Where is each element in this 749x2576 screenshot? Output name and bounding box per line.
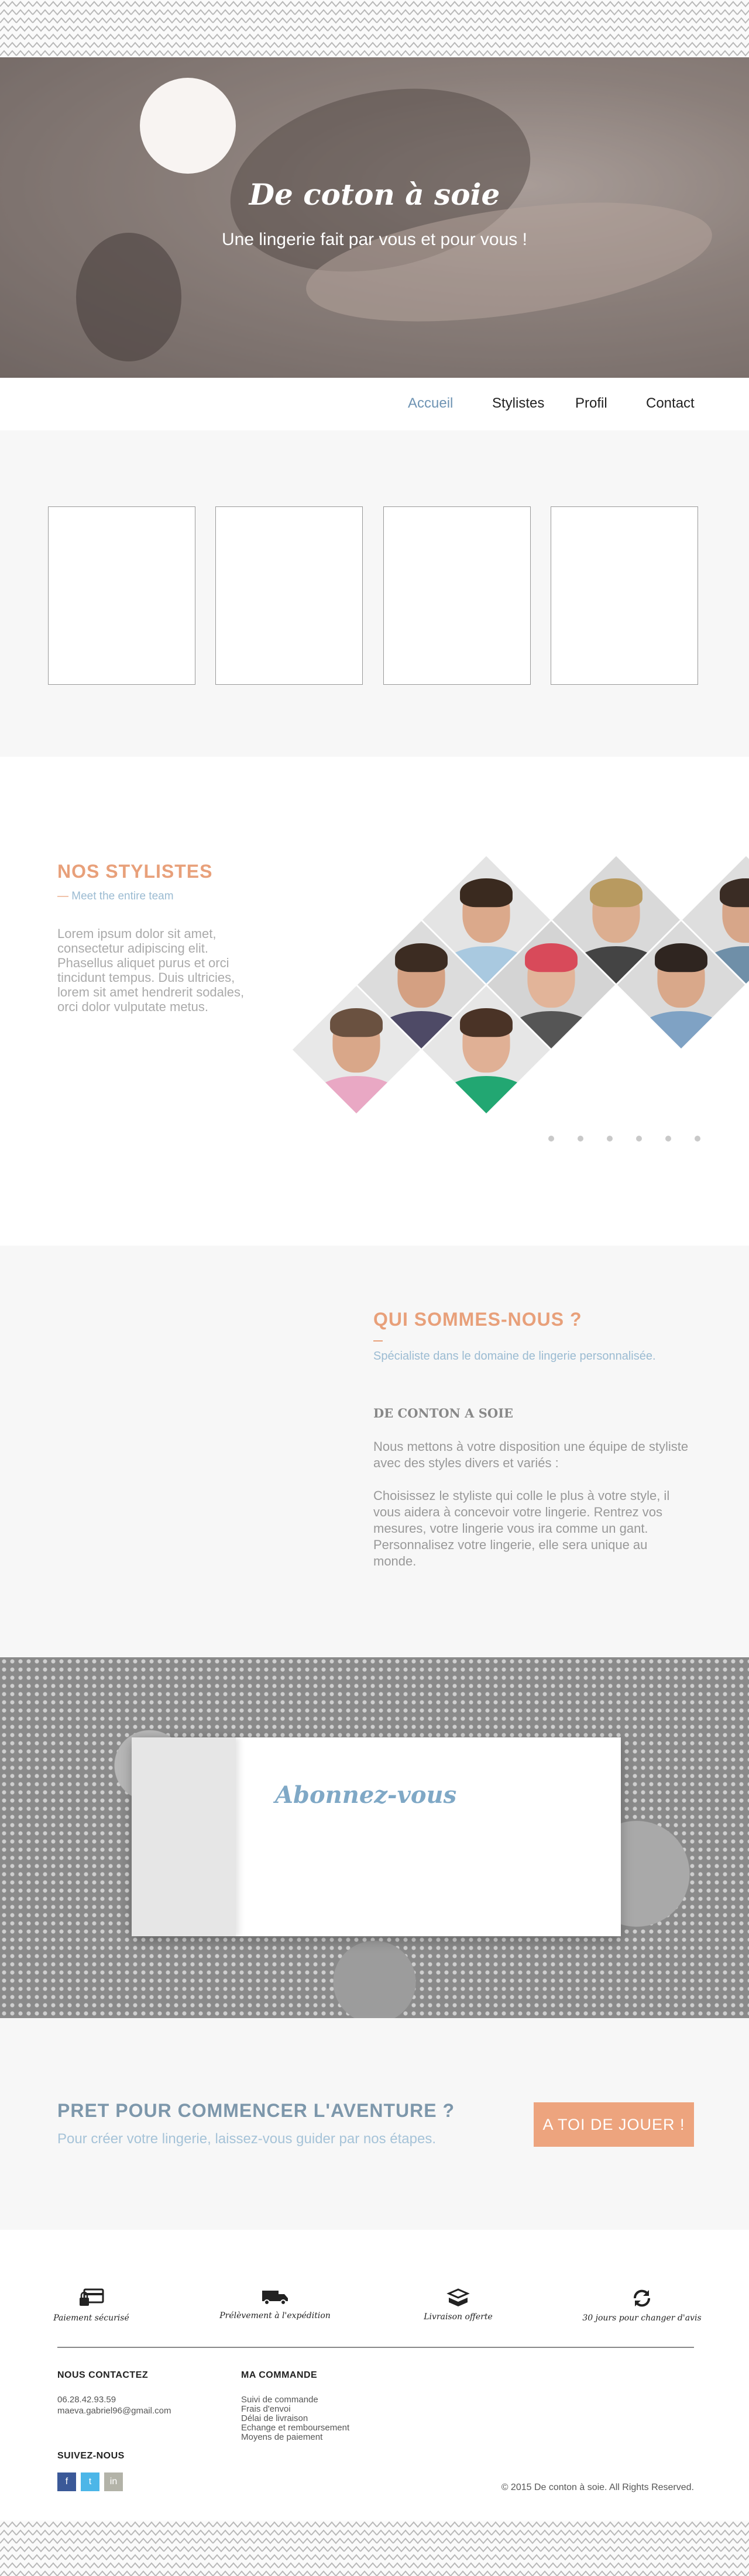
feature-card[interactable]	[215, 506, 363, 685]
nav-contact[interactable]: Contact	[646, 395, 695, 412]
instagram-button[interactable]: in	[104, 2472, 123, 2491]
slider-dot[interactable]	[636, 1136, 642, 1142]
about-subtitle: Spécialiste dans le domaine de lingerie …	[373, 1350, 656, 1363]
nav-accueil[interactable]: Accueil	[408, 395, 453, 412]
cta-title: PRET POUR COMMENCER L'AVENTURE ?	[57, 2100, 455, 2121]
call-to-action-section: PRET POUR COMMENCER L'AVENTURE ? Pour cr…	[0, 2018, 749, 2230]
box-icon	[446, 2288, 470, 2306]
subscribe-section: Abonnez-vous	[0, 1657, 749, 2018]
slider-dot[interactable]	[665, 1136, 671, 1142]
copyright: © 2015 De conton à soie. All Rights Rese…	[501, 2482, 694, 2493]
copyright-icon: ©	[501, 2482, 511, 2492]
hero-section: De coton à soie Une lingerie fait par vo…	[0, 57, 749, 378]
nav-profil[interactable]: Profil	[575, 395, 607, 412]
stylists-description: Lorem ipsum dolor sit amet, consectetur …	[57, 926, 245, 1014]
about-divider	[373, 1340, 383, 1342]
contact-heading: NOUS CONTACTEZ	[57, 2370, 149, 2380]
contact-phone[interactable]: 06.28.42.93.59	[57, 2395, 116, 2405]
feature-label: Prélèvement à l'expédition	[219, 2311, 331, 2320]
slider-dot[interactable]	[548, 1136, 554, 1142]
cta-subtitle: Pour créer votre lingerie, laissez-vous …	[57, 2131, 436, 2147]
contact-email[interactable]: maeva.gabriel96@gmail.com	[57, 2406, 171, 2416]
feature-shipping: Prélèvement à l'expédition	[205, 2288, 345, 2321]
stylists-subtitle: — Meet the entire team	[57, 890, 174, 902]
order-link-payment-methods[interactable]: Moyens de paiement	[241, 2433, 322, 2442]
facebook-button[interactable]: f	[57, 2472, 76, 2491]
feature-return-policy: 30 jours pour changer d'avis	[572, 2288, 712, 2323]
nav-stylistes[interactable]: Stylistes	[492, 395, 544, 412]
hero-overlay	[0, 57, 749, 378]
truck-icon	[262, 2291, 288, 2305]
feature-free-delivery: Livraison offerte	[388, 2288, 528, 2322]
hero-title: De coton à soie	[249, 177, 500, 212]
copyright-text: 2015 De conton à soie. All Rights Reserv…	[510, 2482, 694, 2492]
feature-label: Livraison offerte	[424, 2312, 493, 2322]
hero-subtitle: Une lingerie fait par vous et pour vous …	[222, 230, 527, 249]
refresh-icon	[633, 2289, 651, 2307]
subscribe-card: Abonnez-vous	[132, 1737, 621, 1936]
main-navigation: Accueil Stylistes Profil Contact	[0, 378, 749, 430]
bottom-zigzag-banner	[0, 2520, 749, 2576]
feature-card[interactable]	[551, 506, 698, 685]
about-title: QUI SOMMES-NOUS ?	[373, 1309, 582, 1330]
follow-heading: SUIVEZ-NOUS	[57, 2451, 125, 2461]
footer-divider	[57, 2347, 694, 2348]
order-link-returns[interactable]: Echange et remboursement	[241, 2423, 349, 2433]
slider-dot[interactable]	[578, 1136, 583, 1142]
feature-secure-payment: Paiement sécurisé	[21, 2288, 162, 2323]
slider-dot[interactable]	[695, 1136, 700, 1142]
secure-payment-icon	[80, 2288, 104, 2306]
feature-label: 30 jours pour changer d'avis	[582, 2313, 702, 2323]
twitter-button[interactable]: t	[81, 2472, 99, 2491]
about-paragraph-1: Nous mettons à votre disposition une équ…	[373, 1439, 689, 1470]
about-heading: DE CONTON A SOIE	[373, 1406, 514, 1420]
footer: Paiement sécurisé Prélèvement à l'expédi…	[0, 2230, 749, 2520]
logo[interactable]	[140, 78, 236, 174]
start-button[interactable]: A TOI DE JOUER !	[534, 2102, 694, 2147]
subscribe-card-sidebar	[132, 1737, 236, 1936]
about-section: QUI SOMMES-NOUS ? Spécialiste dans le do…	[0, 1246, 749, 1657]
feature-card[interactable]	[48, 506, 195, 685]
feature-label: Paiement sécurisé	[53, 2313, 129, 2323]
stylists-subtitle-text: Meet the entire team	[71, 890, 174, 902]
order-link-tracking[interactable]: Suivi de commande	[241, 2395, 318, 2405]
slider-dot[interactable]	[607, 1136, 613, 1142]
stylists-section: NOS STYLISTES — Meet the entire team Lor…	[0, 757, 749, 1246]
order-heading: MA COMMANDE	[241, 2370, 318, 2380]
order-link-shipping-fees[interactable]: Frais d'envoi	[241, 2405, 291, 2414]
subscribe-title: Abonnez-vous	[275, 1781, 457, 1809]
stylists-title: NOS STYLISTES	[57, 861, 213, 882]
about-paragraph-2: Choisissez le styliste qui colle le plus…	[373, 1488, 670, 1568]
feature-card[interactable]	[383, 506, 531, 685]
order-link-delivery-time[interactable]: Délai de livraison	[241, 2414, 308, 2423]
feature-cards-section	[0, 430, 749, 757]
top-zigzag-banner	[0, 0, 749, 57]
